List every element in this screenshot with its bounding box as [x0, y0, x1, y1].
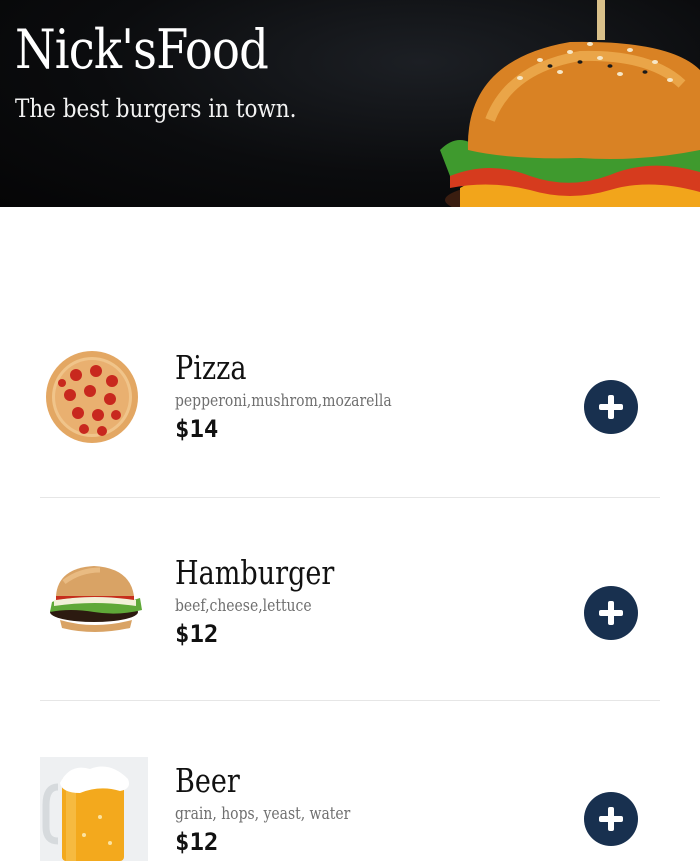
menu-item-price: $14: [175, 415, 219, 443]
menu-item-ingredients: pepperoni,mushrom,mozarella: [175, 391, 392, 411]
menu-item-ingredients: grain, hops, yeast, water: [175, 804, 351, 824]
menu-item-hamburger: Hamburger beef,cheese,lettuce $12: [40, 498, 660, 701]
plus-icon: [599, 395, 623, 419]
menu-item-price: $12: [175, 828, 219, 856]
beer-image: [40, 757, 148, 861]
menu-item-name: Hamburger: [175, 553, 335, 592]
add-hamburger-button[interactable]: [584, 586, 638, 640]
burger-hero-image: [440, 0, 700, 207]
menu-item-name: Pizza: [175, 348, 247, 387]
plus-icon: [599, 807, 623, 831]
menu-item-info: Beer grain, hops, yeast, water $12: [175, 761, 389, 856]
menu-item-price: $12: [175, 620, 219, 648]
menu-item-pizza: Pizza pepperoni,mushrom,mozarella $14: [40, 300, 660, 498]
menu-list: Pizza pepperoni,mushrom,mozarella $14 Ha…: [40, 300, 660, 861]
hero-header: Nick'sFood The best burgers in town.: [0, 0, 700, 207]
menu-item-info: Pizza pepperoni,mushrom,mozarella $14: [175, 348, 439, 443]
restaurant-title: Nick'sFood: [15, 18, 269, 81]
menu-item-name: Beer: [175, 761, 240, 800]
hamburger-image: [50, 566, 142, 632]
add-beer-button[interactable]: [584, 792, 638, 846]
add-pizza-button[interactable]: [584, 380, 638, 434]
restaurant-tagline: The best burgers in town.: [15, 94, 297, 123]
menu-item-ingredients: beef,cheese,lettuce: [175, 596, 312, 616]
menu-item-info: Hamburger beef,cheese,lettuce $12: [175, 553, 369, 648]
plus-icon: [599, 601, 623, 625]
pizza-image: [46, 351, 138, 443]
menu-item-beer: Beer grain, hops, yeast, water $12: [40, 701, 660, 861]
